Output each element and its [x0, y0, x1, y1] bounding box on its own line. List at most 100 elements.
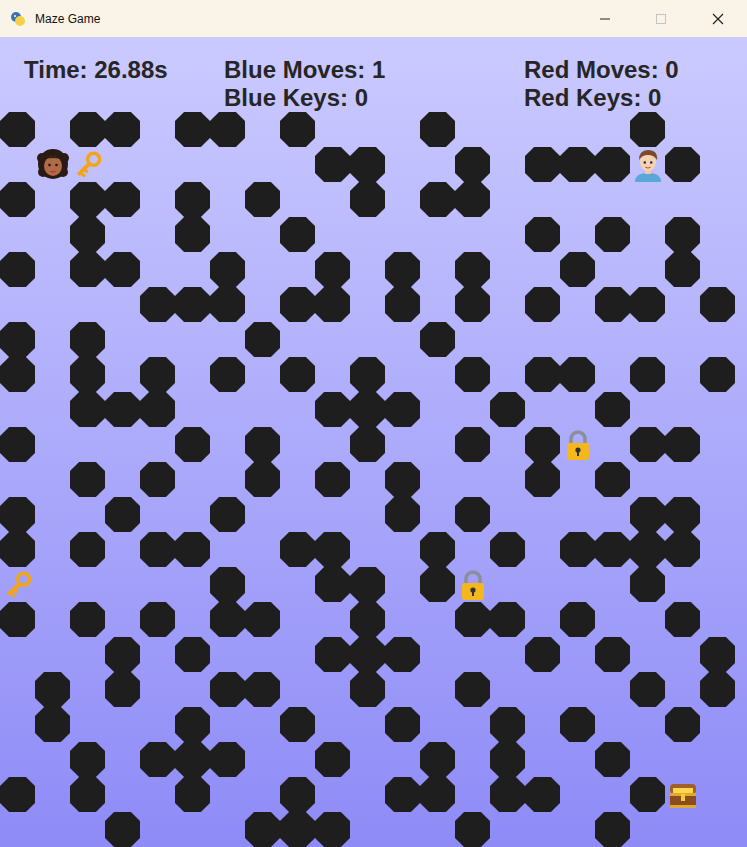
maze-row: [0, 322, 747, 357]
maze-cell: [420, 602, 455, 637]
maze-wall: [245, 812, 280, 847]
maze-wall: [70, 602, 105, 637]
maze-wall: [210, 497, 245, 532]
maze-row: [0, 252, 747, 287]
maze-cell: [245, 707, 280, 742]
maze-wall: [105, 182, 140, 217]
maze-cell: [490, 252, 525, 287]
maze-wall: [560, 147, 595, 182]
maze-cell: [210, 322, 245, 357]
maze-wall: [525, 357, 560, 392]
maze-wall: [525, 147, 560, 182]
time-label: Time: 26.88s: [24, 56, 224, 84]
maze-cell: [35, 392, 70, 427]
maze-cell: [665, 182, 700, 217]
maze-cell: [280, 322, 315, 357]
maze-row: [0, 147, 747, 182]
maze-cell: [70, 672, 105, 707]
maze-cell: [280, 497, 315, 532]
maze-cell: [490, 637, 525, 672]
minimize-button[interactable]: [577, 0, 633, 37]
maze-wall: [280, 357, 315, 392]
maze-cell: [0, 287, 35, 322]
maze-cell: [490, 147, 525, 182]
minimize-icon: [599, 13, 611, 25]
maze-cell: [665, 812, 700, 847]
maze-cell: [315, 707, 350, 742]
maze-cell: [105, 322, 140, 357]
maze-cell: [595, 602, 630, 637]
maze-wall: [525, 217, 560, 252]
maze-cell: [700, 112, 735, 147]
maze-cell: [210, 637, 245, 672]
maze-wall: [595, 812, 630, 847]
maze-cell: [595, 497, 630, 532]
maze-cell: [560, 217, 595, 252]
maze-cell: [700, 392, 735, 427]
key-icon: [72, 149, 104, 181]
treasure-chest-icon: [667, 780, 699, 810]
close-button[interactable]: [689, 0, 747, 37]
maze-wall: [420, 112, 455, 147]
maze-wall: [665, 217, 700, 252]
maze-cell: [525, 252, 560, 287]
maze-cell: [665, 637, 700, 672]
maze-wall: [175, 742, 210, 777]
maze-wall: [0, 357, 35, 392]
maze-cell: [525, 182, 560, 217]
maze-cell: [350, 112, 385, 147]
maze-cell: [385, 322, 420, 357]
maze-cell: [35, 427, 70, 462]
maze-cell: [665, 357, 700, 392]
maze-wall: [630, 567, 665, 602]
maze-cell: [420, 287, 455, 322]
blue-player-icon: [36, 148, 70, 182]
maze-cell: [105, 147, 140, 182]
maze-cell: [210, 147, 245, 182]
maze-wall: [420, 742, 455, 777]
maze-cell: [245, 532, 280, 567]
maze-cell: [315, 672, 350, 707]
maze-cell: [560, 427, 595, 462]
maze-cell: [700, 182, 735, 217]
maze-cell: [420, 147, 455, 182]
maze-wall: [700, 672, 735, 707]
maze-cell: [35, 497, 70, 532]
maze-cell: [665, 777, 700, 812]
maze-wall: [0, 427, 35, 462]
maze-cell: [105, 427, 140, 462]
maze-cell: [490, 322, 525, 357]
maze-wall: [595, 462, 630, 497]
maze-cell: [315, 777, 350, 812]
maze-cell: [385, 357, 420, 392]
maze-cell: [280, 602, 315, 637]
maze-wall: [315, 567, 350, 602]
maze-cell: [35, 812, 70, 847]
maze-cell: [0, 742, 35, 777]
maze-row: [0, 812, 747, 847]
maze-cell: [280, 637, 315, 672]
maze-wall: [245, 462, 280, 497]
maze-row: [0, 707, 747, 742]
maze-row: [0, 532, 747, 567]
maze-cell: [140, 637, 175, 672]
maze-cell: [420, 637, 455, 672]
maze-cell: [0, 637, 35, 672]
maze-cell: [700, 217, 735, 252]
maze-cell: [385, 112, 420, 147]
maze-wall: [245, 672, 280, 707]
maze-wall: [210, 742, 245, 777]
maze-cell: [665, 112, 700, 147]
maze-cell: [525, 112, 560, 147]
maze-wall: [210, 672, 245, 707]
maze-cell: [210, 812, 245, 847]
maze-cell: [700, 777, 735, 812]
maze-wall: [0, 777, 35, 812]
maze-cell: [315, 602, 350, 637]
maze-cell: [35, 567, 70, 602]
maze-cell: [595, 777, 630, 812]
maze-row: [0, 602, 747, 637]
maze-wall: [385, 287, 420, 322]
maze-cell: [315, 112, 350, 147]
maze-wall: [70, 392, 105, 427]
